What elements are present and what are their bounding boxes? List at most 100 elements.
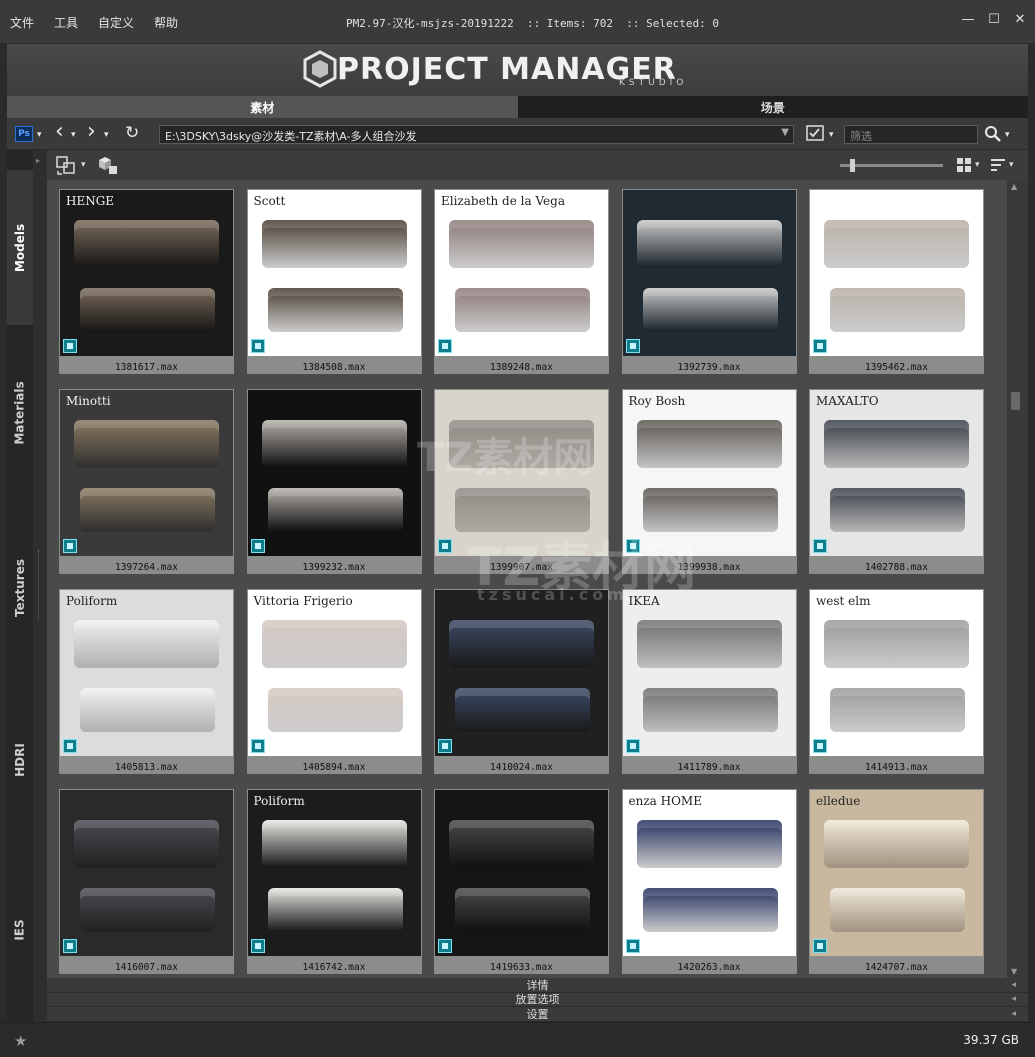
sidebar-tab-materials[interactable]: Materials — [7, 325, 33, 500]
panel-settings[interactable]: 设置 ◂ — [47, 1007, 1028, 1022]
max-file-icon — [438, 339, 452, 353]
sort-icon[interactable] — [990, 157, 1006, 173]
asset-card[interactable]: Scott 1384508.max — [246, 189, 422, 374]
asset-thumbnail[interactable] — [60, 790, 233, 956]
photoshop-icon[interactable]: Ps — [15, 126, 33, 142]
scroll-up-icon[interactable]: ▲ — [1011, 182, 1017, 191]
asset-card[interactable]: Vittoria Frigerio 1405894.max — [246, 589, 422, 774]
panel-placement-expand-icon[interactable]: ◂ — [1011, 994, 1016, 1004]
back-dropdown-icon[interactable]: ▾ — [71, 130, 76, 140]
asset-thumbnail[interactable] — [435, 790, 608, 956]
refresh-icon[interactable]: ↻ — [125, 123, 139, 143]
filter-input[interactable]: 筛选 — [844, 125, 978, 144]
asset-thumbnail[interactable] — [810, 190, 983, 356]
path-input[interactable]: E:\3DSKY\3dsky@沙发类-TZ素材\A-多人组合沙发 ▼ — [159, 125, 794, 144]
tab-scenes[interactable]: 场景 — [517, 96, 1028, 118]
expand-arrow-icon[interactable]: ▸ — [36, 156, 40, 165]
asset-card[interactable]: enza HOME 1420263.max — [621, 789, 797, 974]
menu-file[interactable]: 文件 — [10, 14, 34, 31]
asset-thumbnail[interactable]: Poliform — [247, 790, 421, 956]
asset-thumbnail[interactable]: enza HOME — [622, 790, 796, 956]
asset-card[interactable]: elledue 1424707.max — [809, 789, 984, 974]
minimize-icon[interactable]: — — [961, 12, 975, 27]
asset-card[interactable]: Elizabeth de la Vega 1389248.max — [434, 189, 609, 374]
asset-card[interactable]: 1395462.max — [809, 189, 984, 374]
asset-card[interactable]: 1399232.max — [246, 389, 422, 574]
path-dropdown-icon[interactable]: ▼ — [781, 127, 789, 138]
grid-view-icon[interactable] — [956, 157, 972, 173]
asset-card[interactable]: HENGE 1381617.max — [59, 189, 234, 374]
sort-dropdown-icon[interactable]: ▾ — [1009, 160, 1014, 170]
asset-brand-label: Poliform — [66, 594, 118, 608]
maximize-icon[interactable]: ☐ — [987, 12, 1001, 27]
menu-help[interactable]: 帮助 — [154, 14, 178, 31]
asset-filename: 1416007.max — [115, 962, 178, 973]
sidebar-tab-hdri[interactable]: HDRI — [7, 675, 33, 845]
asset-thumbnail[interactable]: Poliform — [60, 590, 233, 756]
scrollbar-thumb[interactable] — [1011, 392, 1020, 410]
checklist-icon[interactable] — [806, 125, 826, 143]
asset-card[interactable]: west elm 1414913.max — [809, 589, 984, 774]
search-dropdown-icon[interactable]: ▾ — [1005, 130, 1010, 140]
sofa-render — [80, 688, 215, 732]
thumbnail-size-slider[interactable] — [840, 159, 943, 172]
menu-tools[interactable]: 工具 — [54, 14, 78, 31]
search-icon[interactable] — [984, 125, 1002, 143]
forward-dropdown-icon[interactable]: ▾ — [104, 130, 109, 140]
ps-dropdown-icon[interactable]: ▾ — [37, 130, 42, 140]
asset-card[interactable]: 1419633.max — [434, 789, 609, 974]
asset-thumbnail[interactable]: west elm — [810, 590, 983, 756]
asset-thumbnail[interactable]: Scott — [247, 190, 421, 356]
sidebar-tab-models[interactable]: Models — [7, 170, 33, 325]
sofa-render — [80, 288, 215, 332]
splitter-grip[interactable] — [38, 550, 40, 620]
asset-card[interactable]: 1399907.max — [434, 389, 609, 574]
menu-customize[interactable]: 自定义 — [98, 14, 134, 31]
asset-card[interactable]: Minotti 1397264.max — [59, 389, 234, 574]
asset-thumbnail[interactable]: Minotti — [60, 390, 233, 556]
asset-filename: 1414913.max — [865, 762, 928, 773]
panel-settings-expand-icon[interactable]: ◂ — [1011, 1009, 1016, 1019]
asset-card[interactable]: Poliform 1405813.max — [59, 589, 234, 774]
sync-dropdown-icon[interactable]: ▾ — [81, 160, 86, 170]
asset-thumbnail[interactable] — [622, 190, 796, 356]
asset-card[interactable]: 1410024.max — [434, 589, 609, 774]
asset-thumbnail[interactable]: Vittoria Frigerio — [247, 590, 421, 756]
grid-view-dropdown-icon[interactable]: ▾ — [975, 160, 980, 170]
model-box-icon[interactable] — [95, 154, 119, 176]
asset-thumbnail[interactable]: Elizabeth de la Vega — [435, 190, 608, 356]
scroll-down-icon[interactable]: ▼ — [1011, 967, 1017, 976]
asset-card[interactable]: Roy Bosh 1399938.max — [621, 389, 797, 574]
sidebar-tab-ies[interactable]: IES — [7, 845, 33, 1015]
asset-thumbnail[interactable]: elledue — [810, 790, 983, 956]
asset-card[interactable]: IKEA 1411789.max — [621, 589, 797, 774]
asset-thumbnail[interactable]: IKEA — [622, 590, 796, 756]
sofa-render — [267, 888, 403, 932]
asset-card[interactable]: MAXALTO 1402788.max — [809, 389, 984, 574]
sofa-render — [449, 220, 594, 268]
asset-thumbnail[interactable]: HENGE — [60, 190, 233, 356]
sidebar-tab-textures[interactable]: Textures — [7, 500, 33, 675]
favorite-star-icon[interactable]: ★ — [14, 1032, 27, 1050]
close-icon[interactable]: ✕ — [1013, 12, 1027, 27]
panel-details-expand-icon[interactable]: ◂ — [1011, 980, 1016, 990]
forward-icon[interactable]: › — [87, 119, 96, 144]
asset-thumbnail[interactable] — [435, 390, 608, 556]
sofa-render — [449, 620, 594, 668]
asset-card[interactable]: Poliform 1416742.max — [246, 789, 422, 974]
checklist-dropdown-icon[interactable]: ▾ — [829, 130, 834, 140]
asset-filename: 1416742.max — [302, 962, 366, 973]
asset-thumbnail[interactable]: MAXALTO — [810, 390, 983, 556]
tab-assets[interactable]: 素材 — [7, 96, 518, 118]
slider-thumb[interactable] — [849, 159, 855, 172]
grid-scrollbar[interactable]: ▲ ▼ — [1007, 180, 1028, 978]
asset-brand-label: HENGE — [66, 194, 115, 208]
asset-card[interactable]: 1392739.max — [621, 189, 797, 374]
asset-thumbnail[interactable]: Roy Bosh — [622, 390, 796, 556]
sync-icon[interactable] — [55, 155, 77, 175]
asset-thumbnail[interactable] — [435, 590, 608, 756]
asset-card[interactable]: 1416007.max — [59, 789, 234, 974]
sidebar-collapse-strip[interactable]: ▸ — [33, 150, 47, 1022]
asset-thumbnail[interactable] — [247, 390, 421, 556]
back-icon[interactable]: ‹ — [55, 119, 64, 144]
